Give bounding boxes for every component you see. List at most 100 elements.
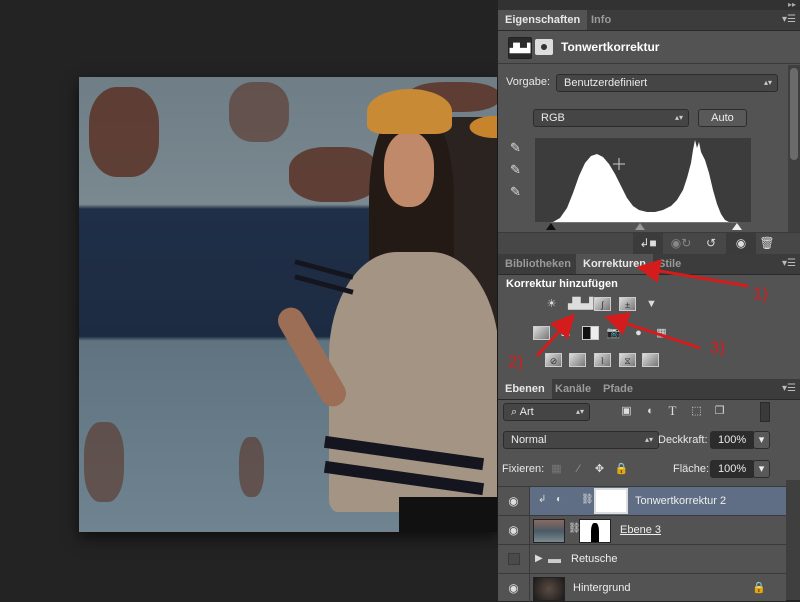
properties-header: ▟▙▟ Tonwertkorrektur (498, 31, 800, 64)
filter-adjustment-layers-icon[interactable]: ◐ (642, 404, 659, 418)
histogram-shape (553, 140, 729, 222)
photo-filter-icon[interactable]: 📷 (605, 326, 622, 340)
visibility-eye-icon[interactable]: ◉ (498, 516, 530, 544)
gradient-map-icon[interactable] (642, 353, 659, 367)
select-arrows-icon: ▴▾ (763, 78, 772, 87)
lock-position-icon[interactable]: ✥ (591, 462, 608, 476)
lock-transparent-pixels-icon[interactable]: ▦ (548, 462, 565, 476)
selective-color-icon[interactable]: ⧖ (619, 353, 636, 367)
white-point-eyedropper-icon[interactable]: ✎ (510, 184, 522, 200)
panel-menu-icon[interactable]: ▾☰ (782, 384, 796, 394)
layer-row-hintergrund[interactable]: ◉ Hintergrund 🔒 (498, 573, 786, 602)
invert-icon[interactable]: ⊘ (545, 353, 562, 367)
add-adjustment-title: Korrektur hinzufügen (506, 278, 618, 290)
properties-tabbar: Eigenschaften Info ▾☰ (498, 10, 800, 31)
layer-row-ebene-3[interactable]: ◉ ⛓ Ebene 3 (498, 515, 786, 544)
curves-icon[interactable]: ∫ (594, 297, 611, 311)
adjustments-tabbar: Bibliotheken Korrekturen Stile ▾☰ (498, 254, 800, 275)
layer-name[interactable]: Ebene 3 (620, 516, 661, 544)
expand-triangle-icon[interactable]: ▶ (535, 553, 543, 564)
filter-pixel-layers-icon[interactable]: ▣ (618, 404, 635, 418)
reset-icon[interactable]: ↺ (696, 233, 726, 254)
layer-name[interactable]: Tonwertkorrektur 2 (635, 487, 726, 515)
visibility-eye-icon[interactable]: ◉ (498, 487, 530, 515)
visibility-toggle-empty[interactable] (498, 545, 530, 573)
clip-to-layer-icon[interactable]: ↲■ (633, 233, 663, 254)
layer-filter-kind-select[interactable]: ⌕ Art ▴▾ (503, 403, 590, 421)
opacity-input[interactable]: 100% (710, 431, 755, 449)
filter-shape-layers-icon[interactable]: ⬚ (688, 404, 705, 418)
levels-icon[interactable]: ▟▙▟ (508, 37, 532, 59)
gray-point-eyedropper-icon[interactable]: ✎ (510, 162, 522, 178)
layer-name[interactable]: Hintergrund (573, 574, 630, 602)
color-balance-icon[interactable]: ⚖ (557, 326, 574, 340)
layers-scrollbar[interactable] (786, 480, 800, 600)
delete-trash-icon[interactable]: 🗑 (752, 233, 782, 254)
tab-eigenschaften[interactable]: Eigenschaften (498, 10, 588, 30)
layer-name[interactable]: Retusche (571, 545, 617, 573)
layer-row-retusche[interactable]: ▶ ▬ Retusche (498, 544, 786, 573)
tab-kanaele[interactable]: Kanäle (548, 379, 598, 399)
properties-footer: ↲■ ◉↻ ↺ ◉ 🗑 (498, 232, 800, 254)
tab-stile[interactable]: Stile (651, 254, 688, 274)
tab-info[interactable]: Info (584, 10, 618, 30)
view-previous-state-icon[interactable]: ◉↻ (666, 233, 696, 254)
tab-korrekturen[interactable]: Korrekturen (576, 254, 653, 274)
panel-menu-icon[interactable]: ▾☰ (782, 259, 796, 269)
preset-select[interactable]: Benutzerdefiniert ▴▾ (556, 74, 778, 92)
filter-kind-value: Art (519, 406, 534, 418)
preset-label: Vorgabe: (506, 76, 551, 88)
auto-button[interactable]: Auto (698, 109, 747, 127)
histogram[interactable] (535, 138, 751, 222)
channel-mixer-icon[interactable]: ● (630, 326, 647, 340)
tab-ebenen[interactable]: Ebenen (498, 379, 552, 399)
filter-toggle-switch[interactable] (760, 402, 770, 422)
hue-saturation-icon[interactable] (533, 326, 550, 340)
brightness-contrast-icon[interactable]: ☀ (543, 297, 560, 311)
adjustment-layer-icon: ◐ (556, 494, 563, 505)
lock-all-icon[interactable]: 🔒 (613, 462, 630, 476)
fill-input[interactable]: 100% (710, 460, 755, 478)
annotation-label-3: 3) (710, 338, 726, 357)
white-input-slider[interactable] (732, 223, 742, 230)
histogram-graph (553, 140, 729, 222)
exposure-icon[interactable]: ± (619, 297, 636, 311)
layer-mask-thumbnail[interactable] (579, 519, 611, 543)
black-input-slider[interactable] (546, 223, 556, 230)
panel-menu-icon[interactable]: ▾☰ (782, 15, 796, 25)
fill-dropdown-button[interactable]: ▾ (753, 460, 770, 478)
layer-mask-thumbnail[interactable] (594, 488, 628, 514)
mask-icon[interactable] (535, 39, 553, 55)
visibility-eye-icon[interactable]: ◉ (498, 574, 530, 602)
threshold-icon[interactable]: ⌇ (594, 353, 611, 367)
select-arrows-icon: ▴▾ (674, 113, 683, 122)
tab-pfade[interactable]: Pfade (596, 379, 640, 399)
filter-smart-objects-icon[interactable]: ❐ (711, 404, 728, 418)
blend-mode-select[interactable]: Normal ▴▾ (503, 431, 659, 449)
collapse-panels-icon[interactable]: ▸▸ (788, 0, 796, 10)
properties-scroll-thumb[interactable] (790, 68, 798, 160)
blend-mode-value: Normal (511, 434, 547, 446)
lock-image-pixels-icon[interactable]: ⁄ (570, 462, 587, 476)
color-lookup-icon[interactable]: ▦ (653, 326, 670, 340)
opacity-label: Deckkraft: (658, 434, 708, 446)
preset-value: Benutzerdefiniert (564, 77, 648, 89)
photo-image[interactable] (79, 77, 497, 532)
posterize-icon[interactable] (569, 353, 586, 367)
channel-select[interactable]: RGB ▴▾ (533, 109, 689, 127)
black-point-eyedropper-icon[interactable]: ✎ (510, 140, 522, 156)
annotation-label-2: 2) (508, 352, 524, 371)
levels-adjustment-icon[interactable]: ▟▙▟ (568, 297, 593, 311)
filter-type-layers-icon[interactable]: T (664, 404, 681, 418)
opacity-value: 100% (718, 434, 747, 446)
link-chain-icon[interactable]: ⛓ (581, 494, 594, 505)
document-canvas[interactable] (0, 0, 498, 600)
layer-row-tonwertkorrektur-2[interactable]: ◉ ↲ ◐ ⛓ Tonwertkorrektur 2 (498, 486, 786, 515)
tab-bibliotheken[interactable]: Bibliotheken (498, 254, 578, 274)
lock-icon: 🔒 (752, 582, 766, 594)
opacity-dropdown-button[interactable]: ▾ (753, 431, 770, 449)
gray-input-slider[interactable] (635, 223, 645, 230)
black-white-icon[interactable] (582, 326, 599, 340)
vibrance-icon[interactable]: ▼ (643, 297, 660, 311)
select-arrows-icon: ▴▾ (575, 407, 584, 416)
